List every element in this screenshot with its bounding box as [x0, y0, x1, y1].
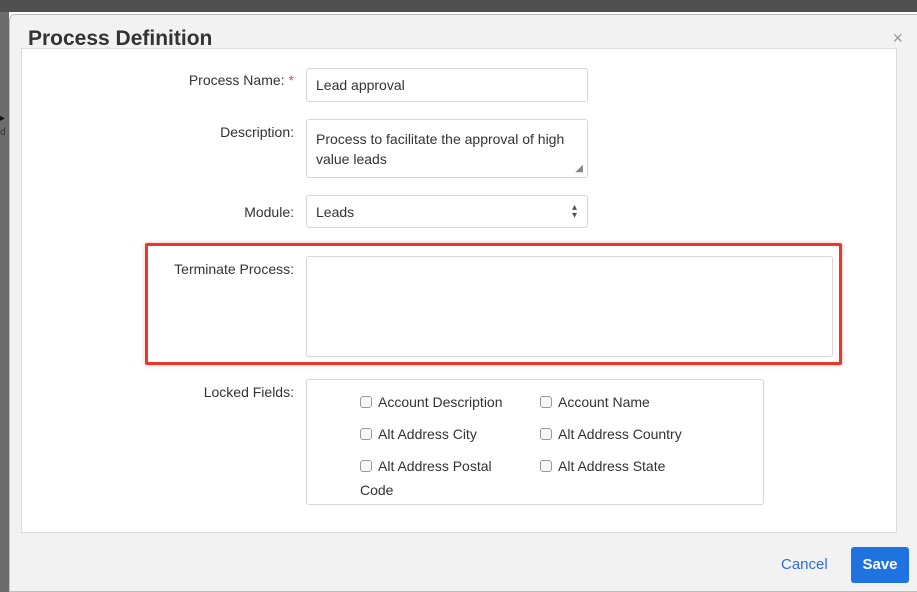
locked-field-label: Alt Address State	[558, 458, 666, 474]
process-name-value: Lead approval	[316, 77, 405, 93]
locked-field-option[interactable]: Account Description	[360, 390, 503, 414]
process-name-label: Process Name: *	[114, 72, 294, 88]
terminate-process-label: Terminate Process:	[174, 261, 294, 277]
process-name-label-text: Process Name:	[188, 72, 285, 88]
locked-field-option[interactable]: Alt Address Country	[540, 422, 682, 446]
checkbox[interactable]	[360, 396, 372, 408]
select-updown-icon: ▴ ▾	[571, 202, 577, 221]
description-label: Description:	[220, 124, 294, 140]
locked-field-label: Account Name	[558, 394, 650, 410]
checkbox[interactable]	[540, 460, 552, 472]
background-overlay	[0, 12, 9, 592]
locked-field-label: Alt Address City	[378, 426, 477, 442]
description-textarea[interactable]: Process to facilitate the approval of hi…	[306, 119, 588, 178]
save-button[interactable]: Save	[851, 547, 909, 583]
locked-field-label: Account Description	[378, 394, 503, 410]
locked-field-option[interactable]: Alt Address State	[540, 454, 665, 478]
required-marker: *	[288, 72, 294, 88]
module-selected-value: Leads	[316, 204, 355, 220]
process-name-input[interactable]: Lead approval	[306, 68, 588, 102]
close-icon[interactable]: ×	[892, 29, 903, 47]
locked-field-option[interactable]: Alt Address City	[360, 422, 477, 446]
checkbox[interactable]	[360, 460, 372, 472]
checkbox[interactable]	[360, 428, 372, 440]
description-value: Process to facilitate the approval of hi…	[316, 131, 565, 167]
background-header	[0, 0, 917, 12]
module-select[interactable]: Leads ▴ ▾	[306, 195, 588, 228]
cancel-button[interactable]: Cancel	[781, 556, 828, 573]
locked-field-option[interactable]: Alt Address Postal Code	[360, 454, 525, 502]
locked-field-label: Alt Address Country	[558, 426, 682, 442]
checkbox[interactable]	[540, 428, 552, 440]
terminate-process-field[interactable]	[306, 256, 833, 357]
module-label: Module:	[244, 204, 294, 220]
locked-fields-label: Locked Fields:	[203, 384, 294, 400]
checkbox[interactable]	[540, 396, 552, 408]
locked-field-label: Alt Address Postal Code	[360, 458, 492, 498]
locked-field-option[interactable]: Account Name	[540, 390, 650, 414]
resize-grip-icon[interactable]: ◢	[575, 164, 583, 174]
